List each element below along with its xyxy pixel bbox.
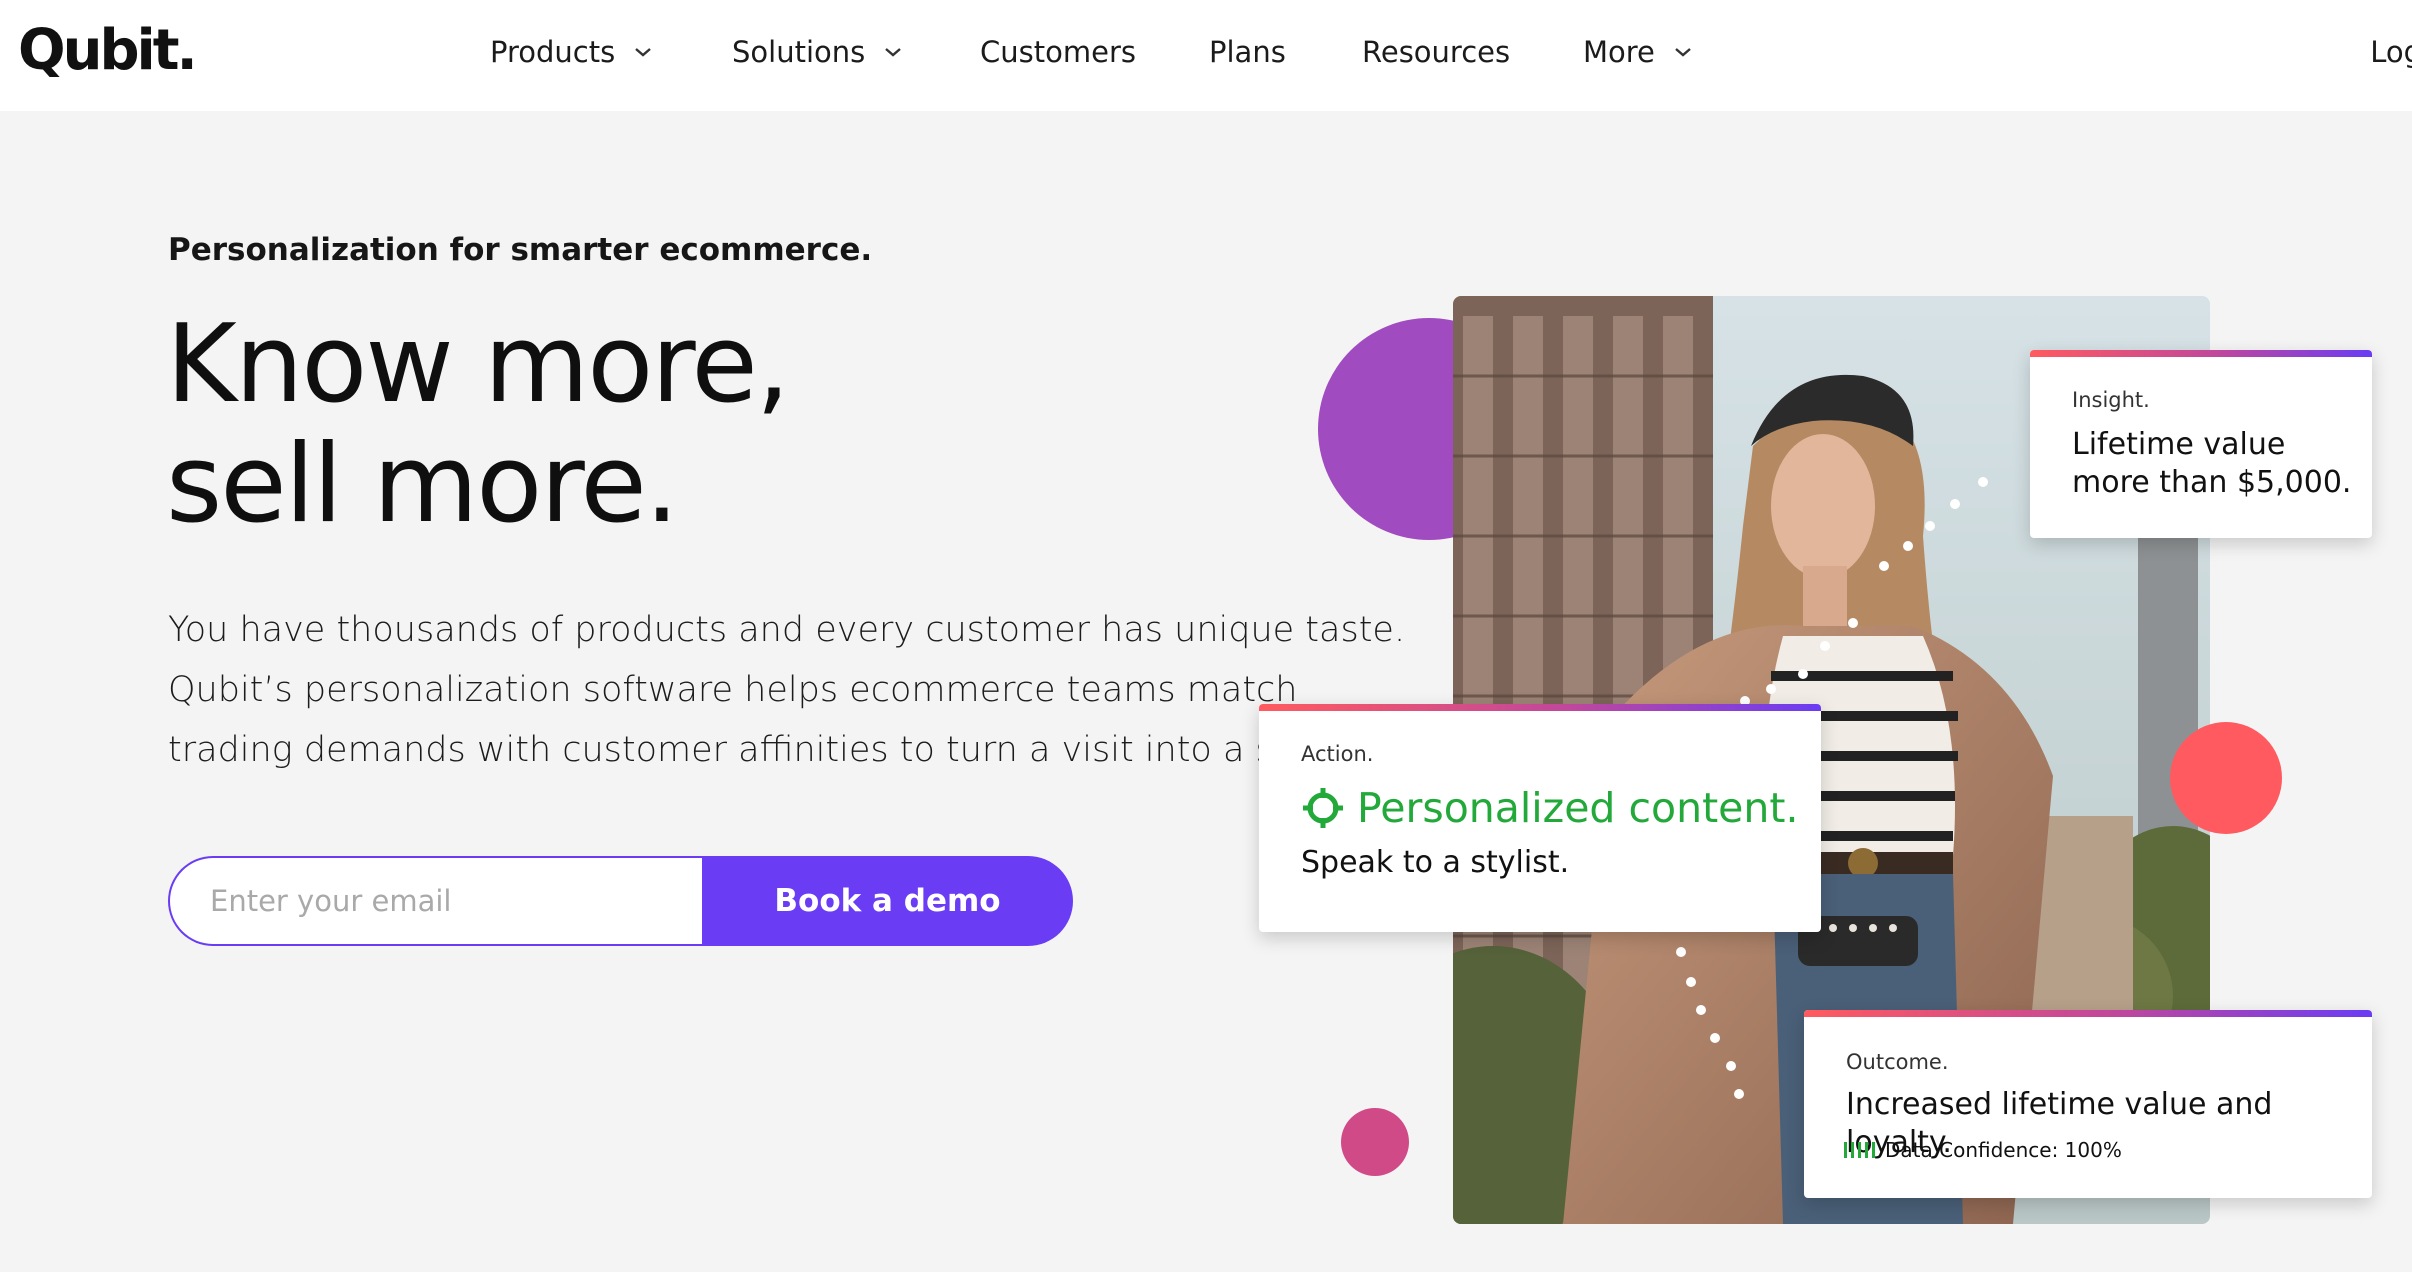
confidence-text: Data Confidence: 100% bbox=[1885, 1138, 2122, 1162]
action-card: Action. Personalized content. Speak to a… bbox=[1259, 704, 1821, 932]
hero-headline: Know more, sell more. bbox=[166, 302, 790, 547]
nav-resources[interactable]: Resources bbox=[1362, 30, 1510, 74]
hero-description: You have thousands of products and every… bbox=[168, 600, 1406, 780]
headline-line-1: Know more, bbox=[166, 302, 790, 427]
insight-card: Insight. Lifetime value more than $5,000… bbox=[2030, 350, 2372, 538]
nav-plans-label: Plans bbox=[1209, 35, 1286, 69]
nav-solutions-label: Solutions bbox=[732, 35, 866, 69]
nav-customers-label: Customers bbox=[980, 35, 1136, 69]
insight-text-line-2: more than $5,000. bbox=[2072, 465, 2352, 500]
insight-card-bar bbox=[2030, 350, 2372, 357]
headline-line-2: sell more. bbox=[166, 422, 679, 547]
action-title: Personalized content. bbox=[1301, 784, 1799, 832]
action-label: Action. bbox=[1301, 742, 1374, 766]
action-card-bar bbox=[1259, 704, 1821, 711]
nav-plans[interactable]: Plans bbox=[1209, 30, 1286, 74]
insight-text-line-1: Lifetime value bbox=[2072, 427, 2286, 462]
nav-more-label: More bbox=[1583, 35, 1655, 69]
description-line-1: You have thousands of products and every… bbox=[168, 610, 1406, 650]
book-demo-button[interactable]: Book a demo bbox=[702, 856, 1073, 946]
nav-resources-label: Resources bbox=[1362, 35, 1511, 69]
chevron-down-icon bbox=[635, 48, 651, 57]
action-title-text: Personalized content. bbox=[1357, 784, 1799, 832]
top-navigation: Qubit. Products Solutions Customers Plan… bbox=[0, 0, 2412, 111]
coral-decor-circle bbox=[2170, 722, 2282, 834]
description-line-2: Qubit’s personalization software helps e… bbox=[168, 670, 1298, 710]
data-confidence: Data Confidence: 100% bbox=[1844, 1138, 2122, 1162]
nav-more[interactable]: More bbox=[1583, 30, 1693, 74]
qubit-logo[interactable]: Qubit. bbox=[18, 18, 198, 83]
outcome-card: Outcome. Increased lifetime value and lo… bbox=[1804, 1010, 2372, 1198]
nav-solutions[interactable]: Solutions bbox=[732, 30, 903, 74]
insight-label: Insight. bbox=[2072, 388, 2150, 412]
nav-products-label: Products bbox=[490, 35, 616, 69]
email-input[interactable] bbox=[168, 856, 780, 946]
action-text: Speak to a stylist. bbox=[1301, 845, 1570, 880]
login-link[interactable]: Log bbox=[2370, 30, 2412, 74]
insight-text: Lifetime value more than $5,000. bbox=[2072, 426, 2351, 502]
nav-products[interactable]: Products bbox=[490, 30, 653, 74]
description-line-3: trading demands with customer affinities… bbox=[168, 730, 1338, 770]
nav-customers[interactable]: Customers bbox=[980, 30, 1136, 74]
target-icon bbox=[1303, 788, 1343, 828]
chevron-down-icon bbox=[885, 48, 902, 57]
outcome-label: Outcome. bbox=[1846, 1050, 1949, 1074]
demo-signup-form: Book a demo bbox=[168, 856, 1073, 946]
outcome-card-bar bbox=[1804, 1010, 2372, 1017]
confidence-bars-icon bbox=[1844, 1142, 1875, 1158]
chevron-down-icon bbox=[1675, 48, 1691, 57]
hero-tagline: Personalization for smarter ecommerce. bbox=[168, 232, 873, 268]
pink-decor-circle bbox=[1341, 1108, 1409, 1176]
